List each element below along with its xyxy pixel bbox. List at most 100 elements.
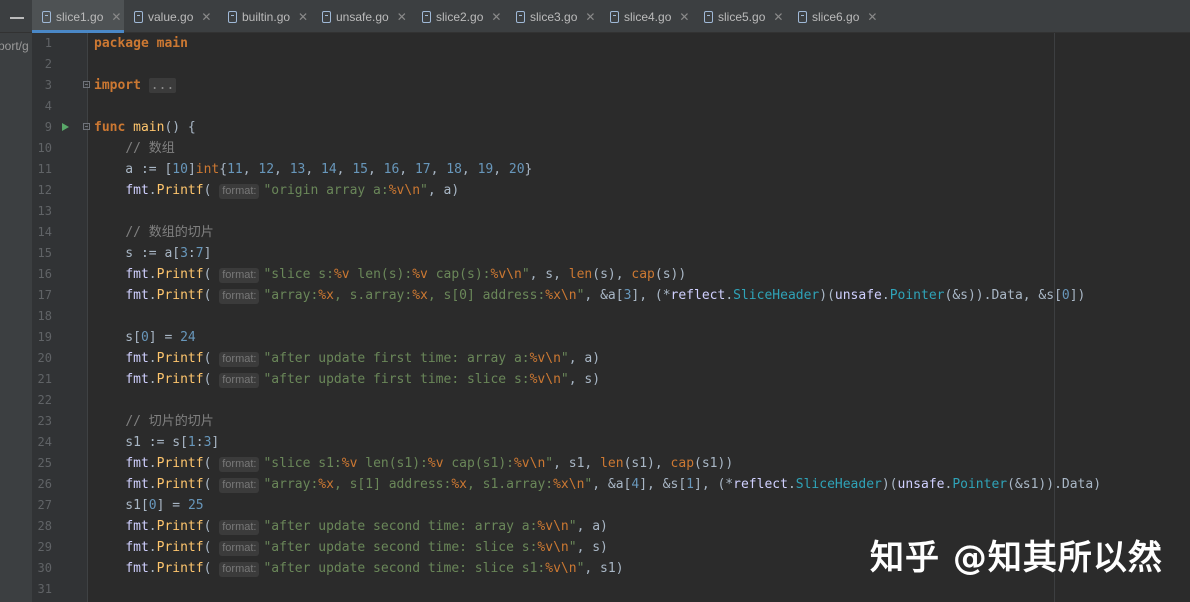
line-number: 21 (37, 372, 52, 386)
code-token: 1 (187, 435, 196, 450)
code-token: %x (412, 288, 428, 303)
tab-slice2[interactable]: slice2.go ✕ (412, 0, 506, 33)
code-token: fmt (125, 183, 149, 198)
close-icon[interactable]: ✕ (397, 10, 407, 24)
code-token: "after update second time: slice s: (263, 540, 538, 555)
code-token: Printf (156, 372, 204, 387)
minimize-icon[interactable] (10, 17, 24, 19)
go-file-icon (228, 10, 237, 23)
code-token: fmt (125, 456, 149, 471)
line-number: 15 (37, 246, 52, 260)
tab-builtin[interactable]: builtin.go ✕ (218, 0, 312, 33)
code-token: , (461, 162, 478, 177)
parameter-hint: format: (219, 478, 260, 493)
code-token: ... (148, 78, 177, 93)
close-icon[interactable]: ✕ (298, 10, 308, 24)
code-token: %v (427, 456, 444, 471)
code-token: Printf (156, 540, 204, 555)
code-token: . (148, 351, 157, 366)
code-token: . (148, 519, 157, 534)
project-path-text: port/g (0, 39, 29, 53)
fold-icon[interactable] (83, 123, 90, 130)
tab-unsafe[interactable]: unsafe.go ✕ (312, 0, 412, 33)
code-token: ]) (1069, 288, 1086, 303)
line-number: 16 (37, 267, 52, 281)
code-token: 15 (352, 162, 368, 177)
code-token: import (94, 78, 141, 93)
code-token: main (133, 120, 165, 135)
code-token: )( (819, 288, 835, 303)
code-line: a := [10]int{11, 12, 13, 14, 15, 16, 17,… (94, 159, 532, 180)
code-token: 19 (477, 162, 494, 177)
code-token: 0 (140, 330, 149, 345)
code-token: Printf (156, 456, 204, 471)
run-icon[interactable] (62, 123, 69, 131)
code-token: cap(s1): (443, 456, 514, 471)
code-line: import ... (83, 75, 177, 96)
line-number: 11 (37, 162, 52, 176)
code-token: (s1), (623, 456, 671, 471)
tab-slice6[interactable]: slice6.go ✕ (788, 0, 882, 33)
code-token: Printf (156, 477, 204, 492)
line-number: 29 (37, 540, 52, 554)
tab-slice3[interactable]: slice3.go ✕ (506, 0, 600, 33)
code-token: "array: (263, 288, 319, 303)
code-token: a := [ (94, 162, 173, 177)
close-icon[interactable]: ✕ (201, 10, 211, 24)
code-token: , s[0] address: (427, 288, 546, 303)
tab-slice1[interactable]: slice1.go ✕ (32, 0, 124, 33)
code-token: cap(s): (427, 267, 491, 282)
tab-slice5[interactable]: slice5.go ✕ (694, 0, 788, 33)
watermark: 知乎 @知其所以然 (870, 538, 1163, 578)
code-token: , a) (427, 183, 460, 198)
tab-label: unsafe.go (336, 9, 389, 24)
line-number: 18 (37, 309, 52, 323)
code-token: // 数组的切片 (125, 225, 214, 240)
code-token: fmt (125, 267, 149, 282)
code-token: "after update second time: slice s1: (263, 561, 546, 576)
code-token: %v\n (537, 540, 569, 555)
code-token: ( (203, 540, 220, 555)
code-token: , &a[ (584, 288, 624, 303)
code-token: " (545, 456, 554, 471)
close-icon[interactable]: ✕ (867, 10, 877, 24)
code-token: s1[ (94, 498, 149, 513)
code-token: 25 (187, 498, 204, 513)
code-token: %x\n (545, 288, 577, 303)
code-token: ], (* (694, 477, 734, 492)
code-token: 16 (383, 162, 400, 177)
close-icon[interactable]: ✕ (773, 10, 783, 24)
close-icon[interactable]: ✕ (111, 10, 121, 24)
code-token: . (148, 561, 157, 576)
close-icon[interactable]: ✕ (585, 10, 595, 24)
project-panel[interactable]: port/g (0, 33, 32, 602)
code-token: , s1, (553, 456, 601, 471)
close-icon[interactable]: ✕ (679, 10, 689, 24)
code-line: fmt.Printf( format: "slice s1:%v len(s1):… (94, 453, 733, 474)
tab-value[interactable]: value.go ✕ (124, 0, 218, 33)
code-token: len(s): (349, 267, 413, 282)
go-file-icon (798, 10, 807, 23)
close-icon[interactable]: ✕ (491, 10, 501, 24)
code-token: 3 (180, 246, 188, 261)
code-token: %v\n (537, 519, 569, 534)
code-token: func (94, 120, 126, 135)
line-number: 2 (44, 57, 52, 71)
line-number: 4 (44, 99, 52, 113)
code-token: s[ (94, 330, 141, 345)
fold-icon[interactable] (83, 81, 90, 88)
code-token: "array: (263, 477, 319, 492)
code-token: 11 (227, 162, 243, 177)
code-token: fmt (125, 372, 149, 387)
tab-slice4[interactable]: slice4.go ✕ (600, 0, 694, 33)
code-line: fmt.Printf( format: "array:%x, s.array:%x… (94, 285, 1085, 306)
code-token: , a) (568, 351, 601, 366)
